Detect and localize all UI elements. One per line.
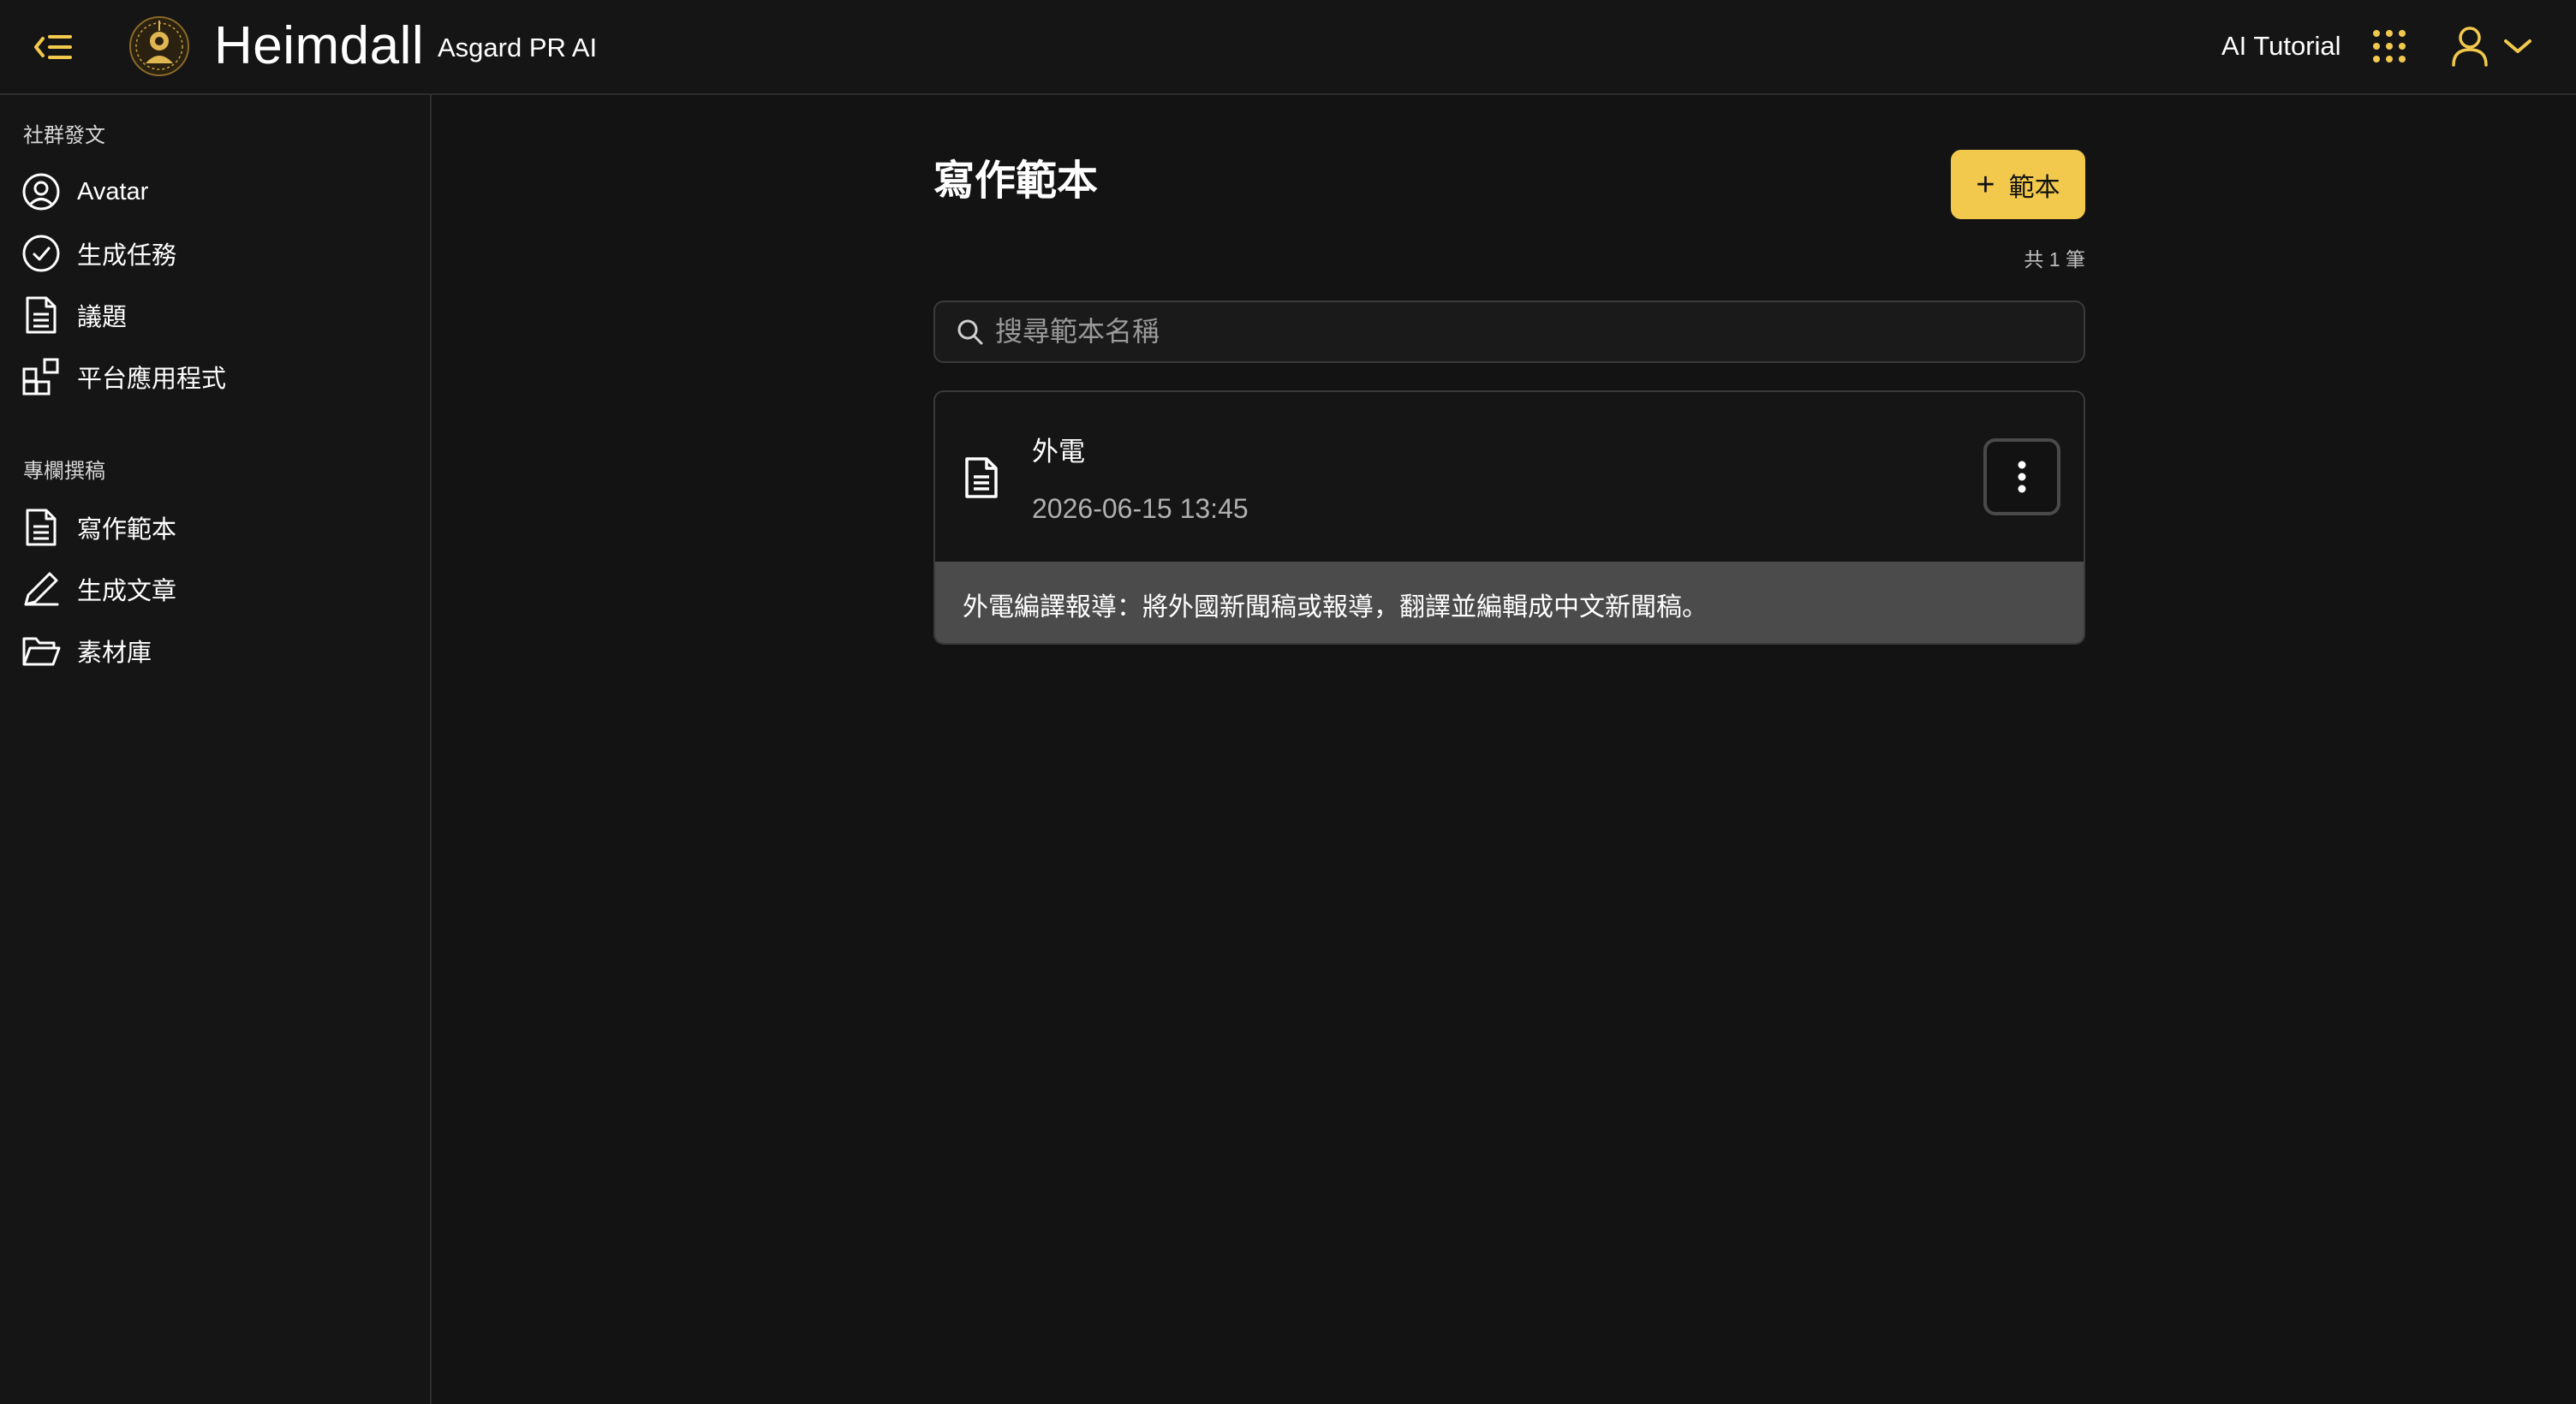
grid-dots-icon (2373, 30, 2406, 62)
folder-open-icon (21, 630, 62, 671)
sidebar-item-topics[interactable]: 議題 (21, 289, 414, 341)
search-box (933, 300, 2085, 363)
template-title: 外電 (1032, 437, 1085, 467)
more-vertical-icon (2018, 461, 2026, 493)
chevron-down-icon (2504, 39, 2531, 53)
template-card[interactable]: 外電 2026-06-15 13:45 外電編譯報導：將外國新聞稿或報導，翻譯並… (933, 390, 2085, 645)
sidebar-item-label: 議題 (77, 304, 128, 331)
user-icon (2452, 27, 2488, 67)
brand-name: Heimdall (214, 16, 425, 75)
search-icon (957, 319, 983, 344)
sidebar-item-label: 平台應用程式 (77, 366, 227, 393)
sidebar-item-platform-apps[interactable]: 平台應用程式 (21, 351, 414, 402)
document-icon (21, 294, 62, 336)
collapse-menu-icon (34, 35, 72, 59)
template-card-header: 外電 2026-06-15 13:45 (935, 392, 2084, 562)
pencil-icon (21, 568, 62, 610)
sidebar-section-title: 專欄撰稿 (23, 460, 105, 483)
document-icon (21, 507, 62, 548)
sidebar-item-asset-library[interactable]: 素材庫 (21, 625, 414, 676)
sidebar-item-label: 生成任務 (77, 242, 177, 270)
ai-tutorial-link[interactable]: AI Tutorial (2221, 29, 2341, 63)
sidebar-item-label: 素材庫 (77, 640, 152, 667)
sidebar-item-label: 生成文章 (77, 578, 177, 605)
sidebar-item-label: 寫作範本 (77, 516, 177, 544)
user-menu-button[interactable] (2451, 24, 2537, 68)
app-launcher-button[interactable] (2372, 29, 2406, 63)
sidebar-item-generate-article[interactable]: 生成文章 (21, 563, 414, 615)
apps-grid-icon (21, 356, 62, 397)
template-more-button[interactable] (1983, 438, 2060, 515)
heimdall-logo (128, 15, 190, 77)
template-description: 外電編譯報導：將外國新聞稿或報導，翻譯並編輯成中文新聞稿。 (935, 562, 2084, 643)
sidebar-item-writing-templates[interactable]: 寫作範本 (21, 502, 414, 553)
template-date: 2026-06-15 13:45 (1032, 493, 1249, 524)
top-header: Heimdall Asgard PR AI AI Tutorial (0, 0, 2576, 95)
add-template-button[interactable]: + 範本 (1951, 150, 2085, 219)
plus-icon: + (1976, 166, 1995, 203)
sidebar-toggle-button[interactable] (31, 27, 75, 67)
user-circle-icon (21, 171, 62, 212)
brand-subtitle: Asgard PR AI (438, 33, 598, 62)
search-input[interactable] (995, 306, 2084, 358)
sidebar-item-tasks[interactable]: 生成任務 (21, 228, 414, 279)
sidebar-item-label: Avatar (77, 177, 149, 205)
sidebar-item-avatar[interactable]: Avatar (21, 166, 414, 217)
sidebar: 社群發文 Avatar 生成任務 議題 平台應用程式 專欄撰稿 寫作範本 生成文… (0, 95, 432, 1404)
sidebar-section-title: 社群發文 (23, 124, 105, 147)
add-template-label: 範本 (2008, 173, 2060, 202)
result-count: 共 1 筆 (2024, 248, 2085, 271)
document-icon (963, 455, 1004, 502)
check-circle-icon (21, 233, 62, 274)
page-title: 寫作範本 (933, 158, 1099, 204)
